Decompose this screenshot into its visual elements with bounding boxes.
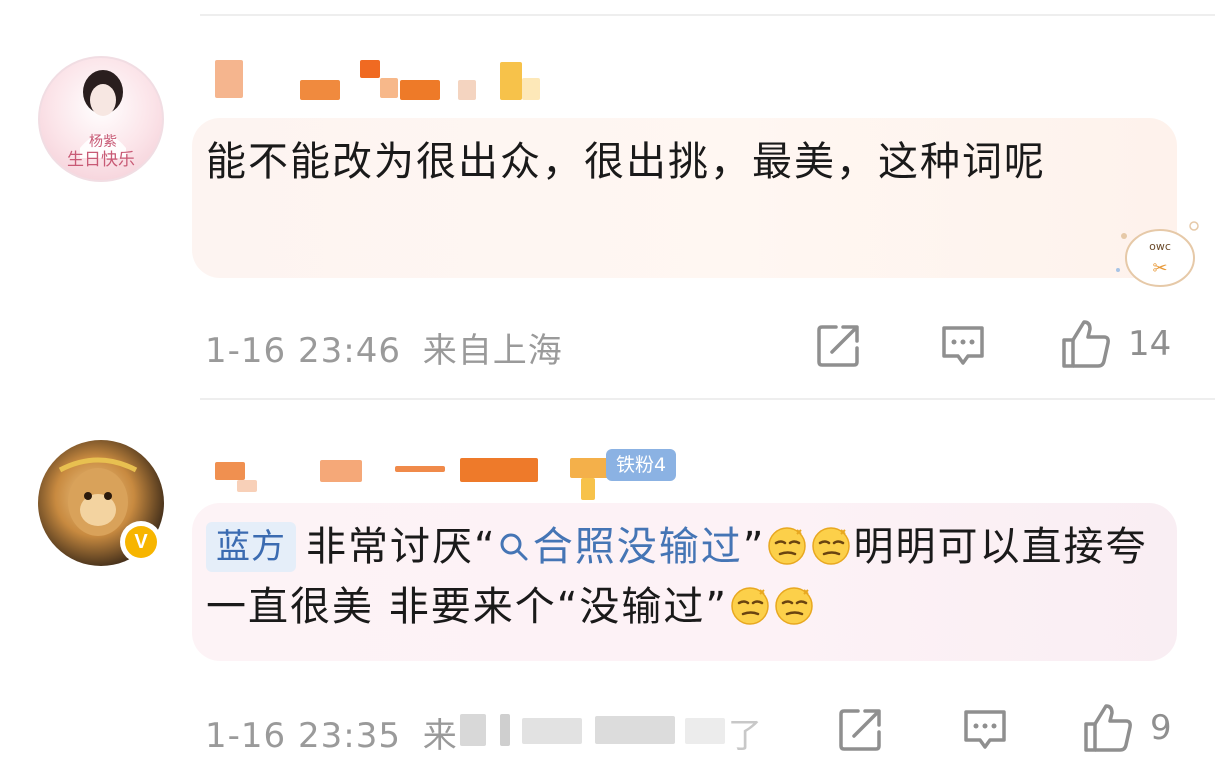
share-icon — [817, 325, 859, 367]
location-redacted — [460, 712, 730, 748]
share-button[interactable] — [838, 706, 884, 752]
topic-link-text: 合照没输过 — [532, 524, 743, 570]
comment-divider — [200, 398, 1215, 400]
comment-location: 来自上海 — [422, 331, 563, 371]
reply-button[interactable] — [962, 706, 1008, 752]
like-button[interactable]: 14 — [1060, 318, 1171, 370]
username-redacted[interactable] — [215, 58, 555, 102]
like-button[interactable]: 9 — [1082, 702, 1172, 754]
avatar-caption: 生日快乐 — [67, 150, 135, 170]
comment-location: 来 — [422, 716, 458, 756]
verified-badge: V — [120, 521, 162, 563]
thumb-up-icon — [1084, 704, 1132, 752]
comment-text-bubble: 蓝方 非常讨厌“ 合照没输过” 明明可以直接夸一直很美 非要来个“没输过” — [192, 503, 1177, 661]
comment-text-bubble: 能不能改为很出众，很出挑，最美，这种词呢 — [192, 118, 1177, 278]
comment-text-prefix: 非常讨厌“ — [306, 524, 497, 570]
share-icon — [839, 709, 881, 751]
comment-time: 1-16 23:35 — [205, 716, 401, 756]
comment-meta: 1-16 23:46 来自上海 — [205, 323, 563, 372]
comment-meta: 1-16 23:35 来 — [205, 708, 458, 757]
smirk-emoji-icon — [731, 587, 769, 625]
svg-text:✂: ✂ — [1152, 258, 1167, 279]
reply-button[interactable] — [940, 322, 986, 368]
smirk-emoji-icon — [775, 587, 813, 625]
svg-text:owc: owc — [1149, 240, 1171, 253]
comment-time: 1-16 23:46 — [205, 331, 401, 371]
location-tail: 了 — [728, 716, 763, 756]
smirk-emoji-icon — [812, 527, 851, 565]
smirk-emoji-icon — [768, 527, 807, 565]
comment-icon — [942, 326, 984, 365]
comment-text: 能不能改为很出众，很出挑，最美，这种词呢 — [206, 139, 1046, 185]
fan-level-badge: 铁粉4 — [606, 449, 677, 481]
decorative-sticker-icon: owc ✂ — [1116, 221, 1199, 287]
top-divider — [200, 14, 1215, 16]
comment-text-quote-close: ” — [742, 524, 766, 570]
share-button[interactable] — [816, 322, 862, 368]
username-redacted[interactable] — [215, 448, 615, 500]
team-tag[interactable]: 蓝方 — [206, 522, 296, 572]
topic-link[interactable]: 合照没输过 — [497, 524, 743, 570]
search-icon — [500, 533, 528, 561]
avatar[interactable]: 杨紫 生日快乐 — [38, 56, 164, 182]
thumb-up-icon — [1062, 320, 1110, 368]
like-count: 9 — [1150, 708, 1172, 748]
like-count: 14 — [1128, 324, 1172, 364]
comment-icon — [964, 710, 1006, 749]
